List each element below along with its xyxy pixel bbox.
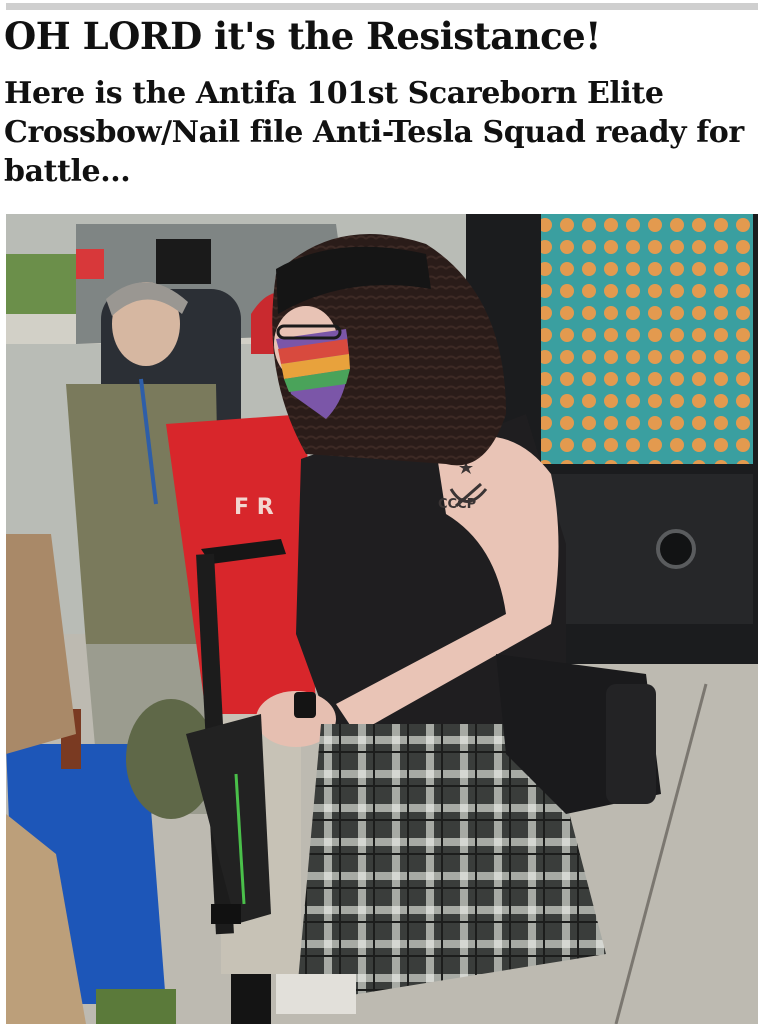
photo: F R CCCP bbox=[6, 214, 758, 1024]
meme-frame: OH LORD it's the Resistance! Here is the… bbox=[0, 0, 762, 1024]
tattoo-text: CCCP bbox=[438, 497, 476, 512]
wristwatch bbox=[294, 692, 316, 718]
truck-speaker bbox=[656, 529, 696, 569]
sneakers bbox=[276, 974, 356, 1014]
shirt-text: F R bbox=[234, 495, 274, 520]
black-socks bbox=[231, 974, 271, 1024]
truck-screen bbox=[541, 214, 753, 464]
top-border bbox=[6, 3, 758, 10]
truck-panel bbox=[541, 474, 753, 624]
photo-illustration: F R CCCP bbox=[6, 214, 758, 1024]
meme-headline: OH LORD it's the Resistance! bbox=[4, 14, 601, 58]
car-tail-light bbox=[76, 249, 104, 279]
meme-subhead: Here is the Antifa 101st Scareborn Elite… bbox=[4, 76, 744, 189]
hip-bag-pocket bbox=[606, 684, 656, 804]
video-camera bbox=[156, 239, 211, 284]
ground-grass bbox=[96, 989, 176, 1024]
